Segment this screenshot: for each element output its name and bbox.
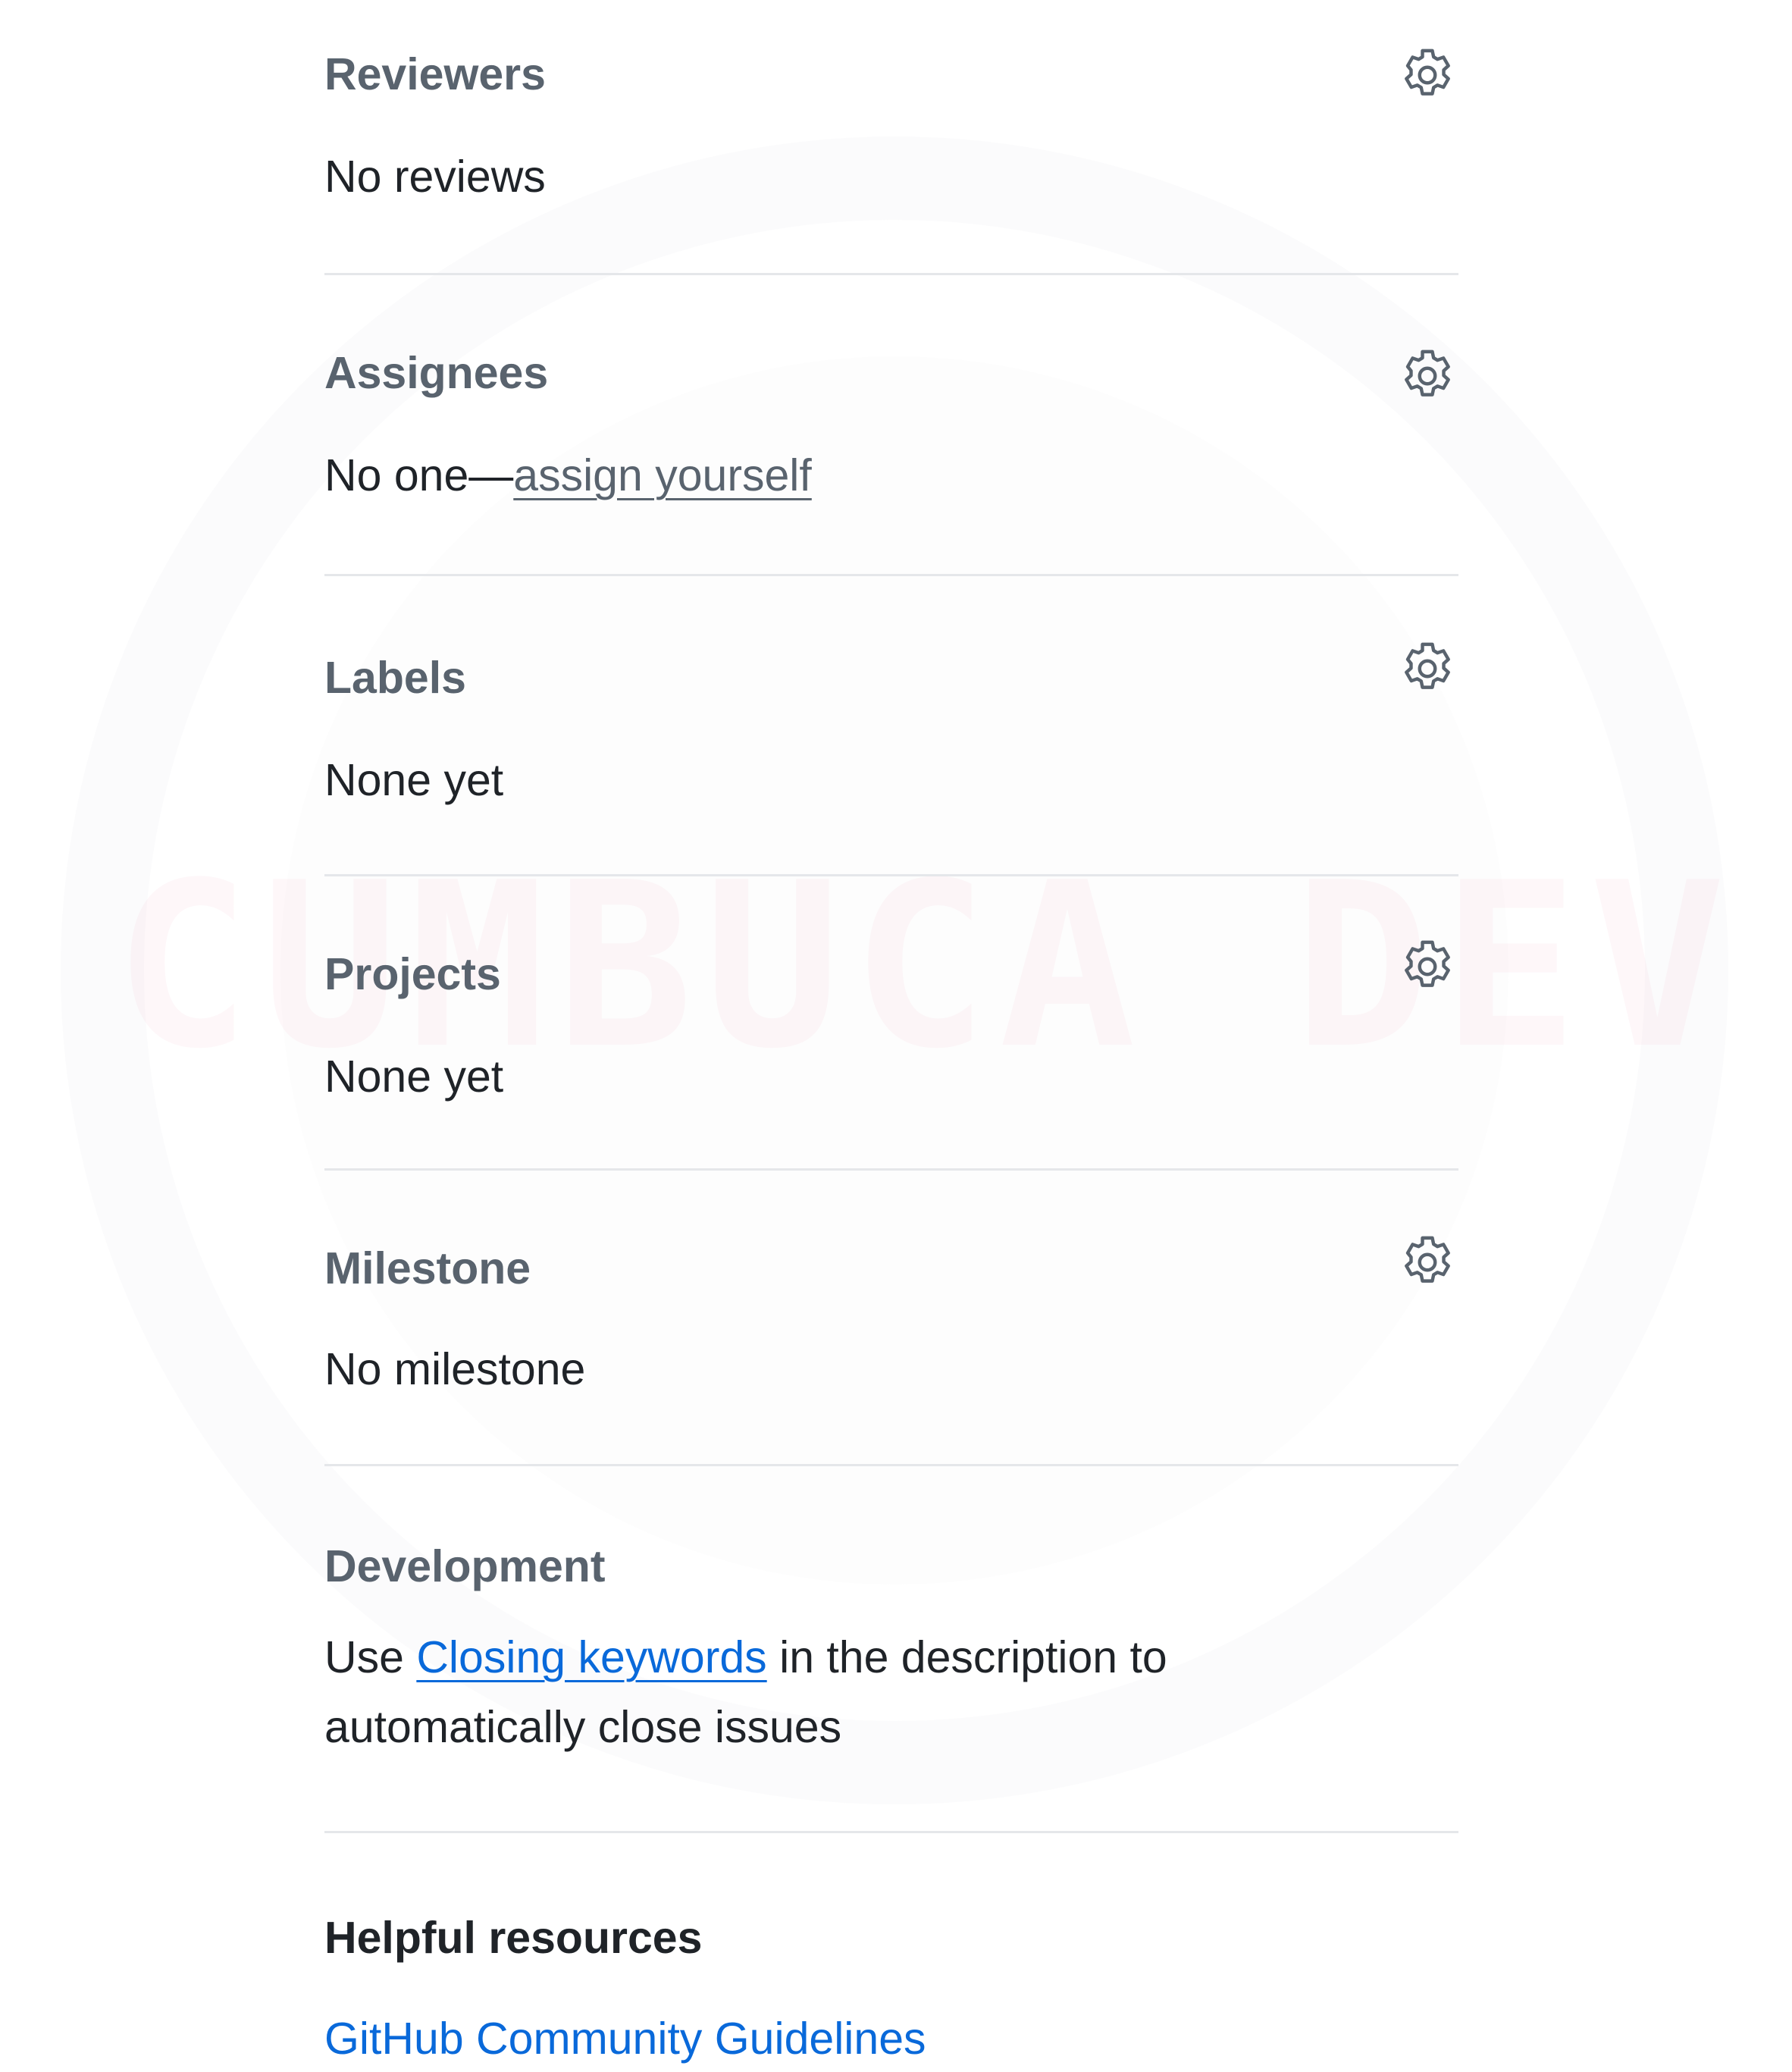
projects-heading: Projects xyxy=(324,949,501,999)
milestone-gear-icon[interactable] xyxy=(1396,1231,1458,1293)
closing-keywords-link[interactable]: Closing keywords xyxy=(416,1632,766,1682)
page: CUMBUCA DEV Reviewers No reviews Assigne… xyxy=(0,0,1792,2072)
projects-section: Projects None yet xyxy=(324,876,1458,1171)
projects-gear-icon[interactable] xyxy=(1396,936,1458,998)
resources-section: Helpful resources GitHub Community Guide… xyxy=(324,1833,1458,2072)
labels-value: None yet xyxy=(324,755,504,805)
assignees-value-text: No one— xyxy=(324,450,514,500)
labels-gear-icon[interactable] xyxy=(1396,638,1458,700)
milestone-section: Milestone No milestone xyxy=(324,1171,1458,1466)
assign-yourself-link[interactable]: assign yourself xyxy=(513,450,812,500)
labels-heading: Labels xyxy=(324,653,466,703)
projects-value: None yet xyxy=(324,1052,504,1102)
resources-heading: Helpful resources xyxy=(324,1913,703,1963)
milestone-value: No milestone xyxy=(324,1344,586,1394)
development-text-before: Use xyxy=(324,1632,417,1682)
milestone-heading: Milestone xyxy=(324,1243,531,1293)
development-section: Development Use Closing keywords in the … xyxy=(324,1466,1458,1833)
assignees-section: Assignees No one—assign yourself xyxy=(324,275,1458,576)
assignees-heading: Assignees xyxy=(324,348,549,398)
assignees-gear-icon[interactable] xyxy=(1396,345,1458,407)
reviewers-section: Reviewers No reviews xyxy=(324,0,1458,275)
reviewers-value: No reviews xyxy=(324,152,546,202)
issue-sidebar: Reviewers No reviews Assignees No one—as… xyxy=(324,0,1458,2072)
development-description: Use Closing keywords in the description … xyxy=(324,1622,1310,1762)
assignees-value: No one—assign yourself xyxy=(324,449,812,502)
development-heading: Development xyxy=(324,1541,606,1591)
labels-section: Labels None yet xyxy=(324,576,1458,876)
reviewers-gear-icon[interactable] xyxy=(1396,44,1458,106)
community-guidelines-link[interactable]: GitHub Community Guidelines xyxy=(324,2012,926,2065)
reviewers-heading: Reviewers xyxy=(324,49,546,99)
